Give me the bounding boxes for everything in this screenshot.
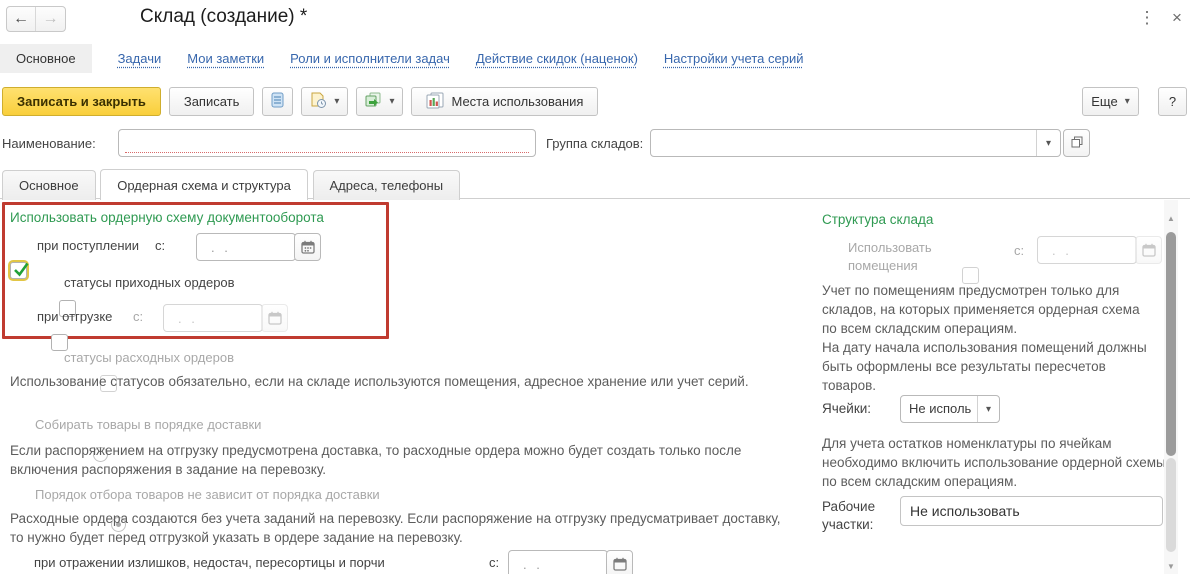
usage-places-button[interactable]: Места использования bbox=[411, 87, 598, 116]
navlink-tasks[interactable]: Задачи bbox=[118, 51, 162, 66]
tab-main[interactable]: Основное bbox=[2, 170, 96, 200]
pick-independent-label: Порядок отбора товаров не зависит от пор… bbox=[35, 487, 380, 502]
cells-combo[interactable]: Не исполь ▾ bbox=[900, 395, 1000, 423]
premises-date-input: . . bbox=[1037, 236, 1137, 264]
cells-label: Ячейки: bbox=[822, 401, 871, 416]
history-nav-group: ← → bbox=[6, 6, 66, 32]
on-surplus-label: при отражении излишков, недостач, пересо… bbox=[34, 555, 385, 570]
receipt-date-input[interactable]: . . bbox=[196, 233, 296, 261]
dropdown-icon: ▾ bbox=[334, 96, 339, 107]
premises-note: Учет по помещениям предусмотрен только д… bbox=[822, 281, 1158, 395]
on-shipment-checkbox[interactable] bbox=[51, 334, 68, 351]
scroll-down-icon[interactable]: ▼ bbox=[1164, 560, 1178, 574]
save-button[interactable]: Записать bbox=[169, 87, 255, 116]
list-register-button[interactable] bbox=[262, 87, 293, 116]
page-title: Склад (создание) * bbox=[140, 6, 307, 28]
form-tabs: Основное Ордерная схема и структура Адре… bbox=[0, 168, 1190, 199]
name-input[interactable] bbox=[118, 129, 536, 157]
group-label: Группа складов: bbox=[546, 136, 643, 151]
structure-title: Структура склада bbox=[822, 212, 933, 227]
document-clock-icon bbox=[310, 92, 327, 112]
forward-button[interactable]: → bbox=[36, 7, 65, 31]
save-and-close-button[interactable]: Записать и закрыть bbox=[2, 87, 161, 116]
shipment-statuses-label: статусы расходных ордеров bbox=[64, 350, 234, 365]
premises-calendar-button bbox=[1135, 236, 1162, 264]
work-areas-label: Рабочие участки: bbox=[822, 498, 894, 534]
more-button[interactable]: Еще ▾ bbox=[1082, 87, 1139, 116]
scrollbar-track-lower[interactable] bbox=[1166, 458, 1176, 552]
more-label: Еще bbox=[1091, 94, 1117, 109]
cells-value: Не исполь bbox=[901, 396, 977, 422]
window-menu-icon[interactable]: ⋮ bbox=[1138, 8, 1156, 28]
copy-document-button[interactable]: ▾ bbox=[356, 87, 403, 116]
calendar-icon bbox=[301, 240, 315, 254]
surplus-date-input[interactable]: . . bbox=[508, 550, 608, 574]
navlink-notes[interactable]: Мои заметки bbox=[187, 51, 264, 66]
list-icon bbox=[271, 92, 284, 111]
shipment-date-input: . . bbox=[163, 304, 263, 332]
work-areas-input[interactable]: Не использовать bbox=[900, 496, 1163, 526]
warehouse-create-window: ← → Склад (создание) * ⋮ × Основное Зада… bbox=[0, 0, 1190, 574]
help-button[interactable]: ? bbox=[1158, 87, 1187, 116]
tab-order-scheme[interactable]: Ордерная схема и структура bbox=[100, 169, 308, 200]
from-label: с: bbox=[1014, 243, 1024, 258]
navlink-discounts[interactable]: Действие скидок (наценок) bbox=[476, 51, 638, 66]
name-label: Наименование: bbox=[2, 136, 96, 151]
copy-green-icon bbox=[365, 92, 382, 111]
dropdown-icon: ▾ bbox=[1125, 96, 1130, 107]
group-value bbox=[651, 130, 1036, 156]
related-links-bar: Основное Задачи Мои заметки Роли и испол… bbox=[0, 42, 803, 74]
on-receipt-label: при поступлении bbox=[37, 238, 139, 253]
close-icon[interactable]: × bbox=[1168, 8, 1186, 28]
navlink-series[interactable]: Настройки учета серий bbox=[664, 51, 804, 66]
usage-places-label: Места использования bbox=[451, 94, 583, 109]
dropdown-icon: ▾ bbox=[389, 96, 394, 107]
from-label: с: bbox=[489, 555, 499, 570]
receipt-calendar-button[interactable] bbox=[294, 233, 321, 261]
pick-by-delivery-label: Собирать товары в порядке доставки bbox=[35, 417, 261, 432]
toolbar: Записать и закрыть Записать ▾ ▾ Места ис… bbox=[2, 87, 598, 116]
vertical-scrollbar[interactable]: ▲ ▼ bbox=[1164, 200, 1178, 574]
create-based-on-button[interactable]: ▾ bbox=[301, 87, 348, 116]
required-underline bbox=[125, 152, 529, 153]
pick-independent-note: Расходные ордера создаются без учета зад… bbox=[10, 509, 795, 547]
navlink-main[interactable]: Основное bbox=[0, 44, 92, 73]
use-premises-label: Использовать помещения bbox=[848, 239, 968, 275]
usage-places-icon bbox=[426, 92, 444, 112]
statuses-note: Использование статусов обязательно, если… bbox=[10, 372, 795, 391]
scroll-up-icon[interactable]: ▲ bbox=[1164, 212, 1178, 226]
back-button[interactable]: ← bbox=[7, 7, 36, 31]
tab-addresses[interactable]: Адреса, телефоны bbox=[313, 170, 461, 200]
group-open-button[interactable] bbox=[1063, 129, 1090, 157]
calendar-icon bbox=[613, 557, 627, 571]
open-icon bbox=[1071, 136, 1083, 151]
receipt-statuses-label: статусы приходных ордеров bbox=[64, 275, 235, 290]
pick-by-delivery-note: Если распоряжением на отгрузку предусмот… bbox=[10, 441, 795, 479]
combo-dropdown-icon[interactable]: ▾ bbox=[1036, 130, 1060, 156]
check-icon bbox=[12, 261, 30, 279]
navlink-roles[interactable]: Роли и исполнители задач bbox=[290, 51, 450, 66]
calendar-icon bbox=[1142, 243, 1156, 257]
on-shipment-label: при отгрузке bbox=[37, 309, 112, 324]
calendar-icon bbox=[268, 311, 282, 325]
shipment-calendar-button bbox=[261, 304, 288, 332]
group-combo[interactable]: ▾ bbox=[650, 129, 1061, 157]
order-scheme-title: Использовать ордерную схему документообо… bbox=[10, 210, 324, 225]
on-receipt-checkbox[interactable] bbox=[10, 262, 27, 279]
cells-note: Для учета остатков номенклатуры по ячейк… bbox=[822, 434, 1167, 491]
surplus-calendar-button[interactable] bbox=[606, 550, 633, 574]
from-label: с: bbox=[155, 238, 165, 253]
scrollbar-thumb[interactable] bbox=[1166, 232, 1176, 456]
from-label: с: bbox=[133, 309, 143, 324]
combo-dropdown-icon[interactable]: ▾ bbox=[977, 396, 999, 422]
